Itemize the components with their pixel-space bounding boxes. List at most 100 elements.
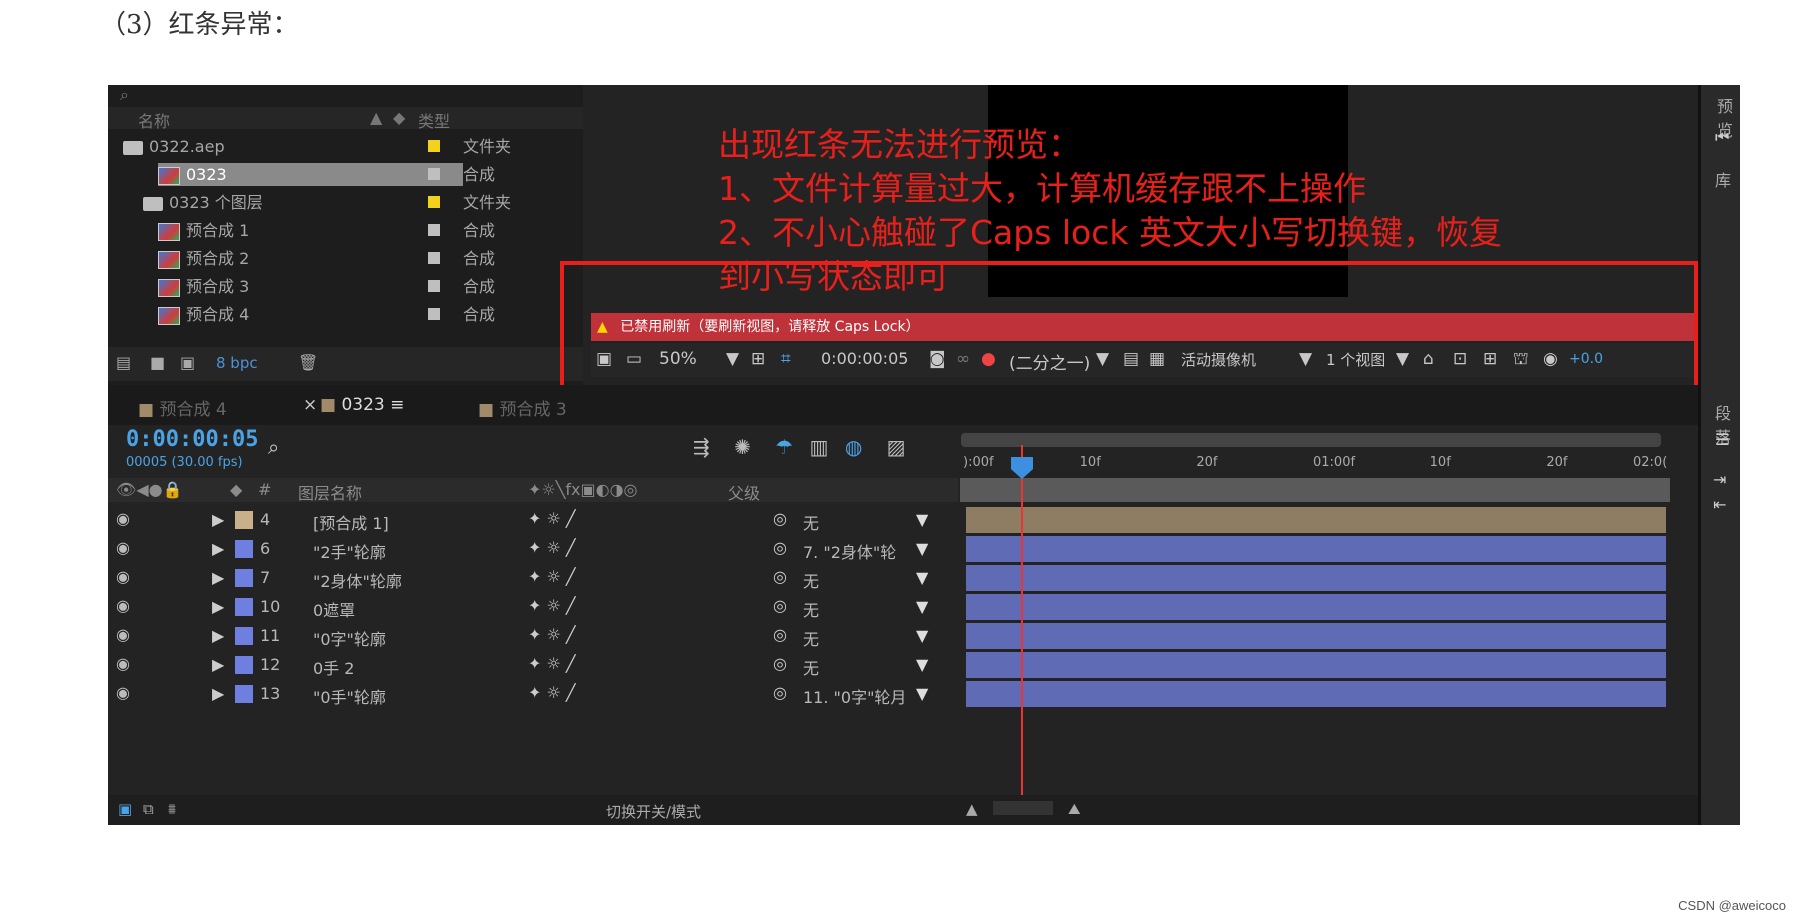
layer-row[interactable]: ◉ ▶ 11 "0字"轮廓 ✦ ☼ ╱ ◎ 无 ▼: [108, 622, 958, 650]
pickwhip-icon[interactable]: ◎: [773, 596, 787, 615]
zoom-out-icon[interactable]: ▲: [966, 800, 978, 818]
timeline-timecode[interactable]: 0:00:00:05: [126, 427, 258, 452]
stretch-toggle-icon[interactable]: ⩩: [168, 800, 176, 818]
parent-dropdown[interactable]: 无: [803, 626, 933, 650]
trash-icon[interactable]: 🗑: [298, 353, 318, 372]
parent-chevron-icon[interactable]: ▼: [916, 597, 928, 616]
parent-dropdown[interactable]: 无: [803, 597, 933, 621]
label-swatch[interactable]: [428, 224, 440, 236]
layer-switch-icons[interactable]: ✦ ☼ ╱: [528, 567, 576, 586]
motion-blur-icon[interactable]: ◍: [845, 435, 862, 459]
pickwhip-icon[interactable]: ◎: [773, 509, 787, 528]
shy-icon[interactable]: ☂: [775, 435, 793, 459]
sort-icon[interactable]: ▲: [370, 108, 382, 127]
layer-duration-bar[interactable]: [966, 565, 1666, 591]
parent-dropdown[interactable]: 无: [803, 655, 933, 679]
layer-name[interactable]: "0手"轮廓: [313, 684, 386, 708]
parent-chevron-icon[interactable]: ▼: [916, 655, 928, 674]
project-item[interactable]: 0323 合成: [108, 161, 583, 188]
layer-switch-icons[interactable]: ✦ ☼ ╱: [528, 683, 576, 702]
parent-dropdown[interactable]: 无: [803, 510, 933, 534]
visibility-eye-icon[interactable]: ◉: [116, 683, 130, 702]
visibility-eye-icon[interactable]: ◉: [116, 625, 130, 644]
layer-label-color[interactable]: [235, 511, 253, 529]
name-column-header[interactable]: 名称: [138, 108, 170, 132]
project-item[interactable]: 预合成 4 合成: [108, 301, 583, 328]
visibility-eye-icon[interactable]: ◉: [116, 596, 130, 615]
layer-row[interactable]: ◉ ▶ 10 0遮罩 ✦ ☼ ╱ ◎ 无 ▼: [108, 593, 958, 621]
layer-name[interactable]: 0手 2: [313, 655, 354, 679]
layer-name[interactable]: "2手"轮廓: [313, 539, 386, 563]
interpret-footage-icon[interactable]: ▤: [116, 353, 131, 372]
project-item[interactable]: 0323 个图层 文件夹: [108, 189, 583, 216]
layer-row[interactable]: ◉ ▶ 13 "0手"轮廓 ✦ ☼ ╱ ◎ 11. "0字"轮月 ▼: [108, 680, 958, 708]
layer-label-color[interactable]: [235, 627, 253, 645]
label-swatch[interactable]: [428, 196, 440, 208]
layer-switch-icons[interactable]: ✦ ☼ ╱: [528, 509, 576, 528]
layer-switches-toggle-icon[interactable]: ▣: [118, 800, 132, 818]
parent-dropdown[interactable]: 无: [803, 568, 933, 592]
layer-label-color[interactable]: [235, 656, 253, 674]
layer-label-color[interactable]: [235, 598, 253, 616]
project-item[interactable]: 预合成 2 合成: [108, 245, 583, 272]
new-folder-icon[interactable]: ■: [150, 353, 165, 372]
timeline-search-icon[interactable]: ⌕: [268, 435, 279, 459]
visibility-eye-icon[interactable]: ◉: [116, 509, 130, 528]
layer-duration-bar[interactable]: [966, 594, 1666, 620]
parent-chevron-icon[interactable]: ▼: [916, 568, 928, 587]
layer-name[interactable]: "2身体"轮廓: [313, 568, 402, 592]
pickwhip-icon[interactable]: ◎: [773, 567, 787, 586]
tab-precomp-3[interactable]: ■ 预合成 3: [478, 395, 567, 420]
expand-triangle-icon[interactable]: ▶: [212, 626, 224, 645]
label-swatch[interactable]: [428, 252, 440, 264]
layer-duration-bar[interactable]: [966, 623, 1666, 649]
layer-name[interactable]: [预合成 1]: [313, 510, 389, 534]
parent-dropdown[interactable]: 11. "0字"轮月: [803, 684, 933, 708]
visibility-eye-icon[interactable]: ◉: [116, 654, 130, 673]
frame-blending-icon[interactable]: ▥: [810, 435, 829, 459]
pickwhip-icon[interactable]: ◎: [773, 683, 787, 702]
modes-toggle-icon[interactable]: ⧉: [143, 800, 154, 818]
layer-duration-bar[interactable]: [966, 507, 1666, 533]
zoom-slider[interactable]: [993, 801, 1053, 815]
project-item[interactable]: 预合成 1 合成: [108, 217, 583, 244]
parent-chevron-icon[interactable]: ▼: [916, 684, 928, 703]
expand-triangle-icon[interactable]: ▶: [212, 597, 224, 616]
bpc-button[interactable]: 8 bpc: [216, 354, 258, 372]
project-item[interactable]: 预合成 3 合成: [108, 273, 583, 300]
type-column-header[interactable]: 类型: [418, 108, 450, 132]
expand-triangle-icon[interactable]: ▶: [212, 655, 224, 674]
layer-label-color[interactable]: [235, 540, 253, 558]
layer-name[interactable]: "0字"轮廓: [313, 626, 386, 650]
layer-duration-bar[interactable]: [966, 536, 1666, 562]
expand-triangle-icon[interactable]: ▶: [212, 539, 224, 558]
indent-icon[interactable]: ⇥: [1713, 470, 1726, 489]
playhead-line[interactable]: [1021, 445, 1023, 795]
pickwhip-icon[interactable]: ◎: [773, 538, 787, 557]
layer-label-color[interactable]: [235, 569, 253, 587]
expand-triangle-icon[interactable]: ▶: [212, 568, 224, 587]
expand-triangle-icon[interactable]: ▶: [212, 684, 224, 703]
skip-to-start-icon[interactable]: ⏮: [1715, 127, 1729, 147]
label-swatch[interactable]: [428, 140, 440, 152]
layer-name[interactable]: 0遮罩: [313, 597, 355, 621]
draft-3d-icon[interactable]: ✺: [734, 435, 751, 459]
tab-close-icon[interactable]: ×: [303, 395, 317, 415]
outdent-icon[interactable]: ⇤: [1713, 495, 1726, 514]
time-navigator[interactable]: [961, 433, 1661, 447]
parent-dropdown[interactable]: 7. "2身体"轮: [803, 539, 933, 563]
layer-switch-icons[interactable]: ✦ ☼ ╱: [528, 625, 576, 644]
graph-editor-icon[interactable]: ▨: [887, 435, 906, 459]
label-swatch[interactable]: [428, 308, 440, 320]
expand-triangle-icon[interactable]: ▶: [212, 510, 224, 529]
work-area-bar[interactable]: [960, 478, 1670, 502]
visibility-eye-icon[interactable]: ◉: [116, 538, 130, 557]
label-swatch[interactable]: [428, 280, 440, 292]
parent-chevron-icon[interactable]: ▼: [916, 626, 928, 645]
layer-row[interactable]: ◉ ▶ 12 0手 2 ✦ ☼ ╱ ◎ 无 ▼: [108, 651, 958, 679]
layer-name-column[interactable]: 图层名称: [298, 480, 362, 504]
parent-column[interactable]: 父级: [728, 480, 760, 504]
layer-switch-icons[interactable]: ✦ ☼ ╱: [528, 596, 576, 615]
pickwhip-icon[interactable]: ◎: [773, 654, 787, 673]
layer-duration-bar[interactable]: [966, 652, 1666, 678]
